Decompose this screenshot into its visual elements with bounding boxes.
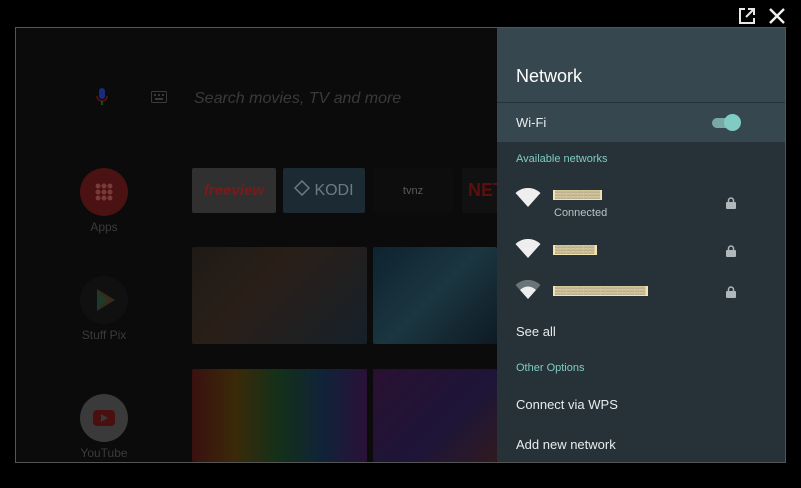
- tile-movie[interactable]: [192, 369, 367, 462]
- network-ssid: ▒▒▒▒▒▒▒▒: [553, 190, 603, 200]
- play-store-icon: [80, 276, 128, 324]
- app-youtube[interactable]: YouTube: [74, 394, 134, 460]
- wifi-full-icon: [515, 238, 541, 264]
- app-label: Apps: [90, 220, 118, 234]
- network-ssid: ▒▒▒▒▒▒▒: [553, 245, 597, 255]
- open-in-new-icon[interactable]: [737, 6, 757, 26]
- tile-movie[interactable]: [373, 369, 497, 462]
- wifi-weak-icon: [515, 279, 541, 305]
- close-icon[interactable]: [767, 6, 787, 26]
- window-controls: [737, 6, 787, 26]
- add-network-button[interactable]: Add new network: [516, 437, 616, 452]
- tile-movie[interactable]: [373, 247, 497, 344]
- lock-icon: [726, 244, 736, 262]
- network-ssid: ▒▒▒▒▒▒▒▒▒▒▒▒▒▒▒▒: [553, 286, 648, 296]
- other-options-header: Other Options: [516, 362, 585, 374]
- wifi-toggle-row[interactable]: Wi-Fi: [497, 103, 785, 142]
- wifi-toggle[interactable]: [710, 113, 741, 133]
- app-apps[interactable]: Apps: [74, 168, 134, 234]
- wifi-full-icon: [515, 187, 541, 213]
- available-networks-header: Available networks: [516, 153, 608, 165]
- tile-netflix[interactable]: NET: [462, 168, 502, 213]
- mic-icon[interactable]: [96, 88, 108, 111]
- toggle-knob: [724, 114, 741, 131]
- panel-header: [497, 28, 785, 102]
- app-label: YouTube: [80, 446, 128, 460]
- tile-movie[interactable]: [192, 247, 367, 344]
- panel-title: Network: [516, 66, 583, 86]
- network-item[interactable]: ▒▒▒▒▒▒▒▒ Connected: [497, 183, 785, 223]
- tile-freeview[interactable]: freeview: [192, 168, 276, 213]
- tile-label: KODI: [314, 181, 354, 199]
- connect-wps-button[interactable]: Connect via WPS: [516, 397, 618, 412]
- tile-tvnz[interactable]: tvnz: [373, 168, 453, 213]
- keyboard-icon[interactable]: [151, 90, 167, 108]
- apps-grid-icon: [80, 168, 128, 216]
- network-item[interactable]: ▒▒▒▒▒▒▒: [497, 231, 785, 271]
- network-item[interactable]: ▒▒▒▒▒▒▒▒▒▒▒▒▒▒▒▒: [497, 272, 785, 312]
- lock-icon: [726, 285, 736, 303]
- search-bar[interactable]: Search movies, TV and more: [194, 90, 401, 108]
- network-panel: Network Wi-Fi Available networks ▒▒▒▒▒▒▒…: [497, 28, 785, 462]
- tile-kodi[interactable]: KODI: [283, 168, 365, 213]
- app-label: Stuff Pix: [81, 328, 127, 342]
- tv-screen: Search movies, TV and more Apps Stuff Pi…: [15, 27, 786, 463]
- app-stuff-pix[interactable]: Stuff Pix: [74, 276, 134, 342]
- home-launcher: Search movies, TV and more Apps Stuff Pi…: [16, 28, 502, 462]
- wifi-label: Wi-Fi: [516, 115, 547, 130]
- network-status: Connected: [554, 207, 608, 219]
- lock-icon: [726, 196, 736, 214]
- kodi-logo-icon: [294, 179, 311, 201]
- tv-window: Search movies, TV and more Apps Stuff Pi…: [0, 0, 801, 488]
- youtube-icon: [80, 394, 128, 442]
- see-all-button[interactable]: See all: [516, 324, 556, 339]
